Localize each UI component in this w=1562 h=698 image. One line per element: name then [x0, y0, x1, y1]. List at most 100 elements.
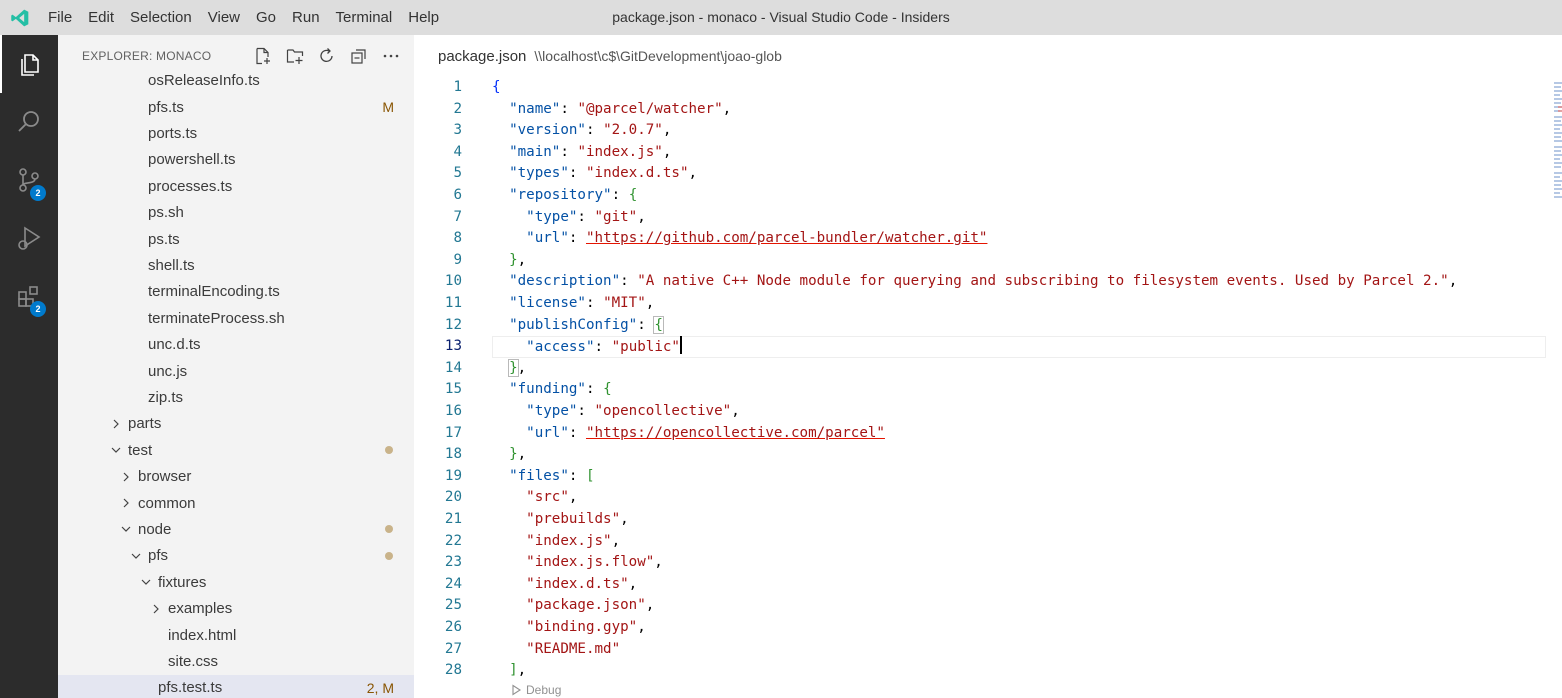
code-line[interactable]: 7 "type": "git",	[414, 207, 1562, 229]
tree-folder-item[interactable]: test	[58, 437, 414, 463]
code-line[interactable]: 13 "access": "public"	[414, 336, 1562, 358]
code-text: {	[492, 77, 501, 99]
code-line[interactable]: 11 "license": "MIT",	[414, 293, 1562, 315]
code-text: },	[492, 444, 526, 466]
tree-file-item[interactable]: site.css	[58, 648, 414, 674]
chevron-down-icon[interactable]	[118, 521, 134, 537]
code-line[interactable]: 23 "index.js.flow",	[414, 552, 1562, 574]
refresh-icon[interactable]	[316, 45, 338, 67]
code-token: "files"	[509, 467, 569, 484]
tree-file-item[interactable]: ps.sh	[58, 200, 414, 226]
new-file-icon[interactable]	[252, 45, 274, 67]
code-line[interactable]: 24 "index.d.ts",	[414, 574, 1562, 596]
code-line[interactable]: 21 "prebuilds",	[414, 509, 1562, 531]
activity-search[interactable]	[0, 93, 58, 151]
code-line[interactable]: 9 },	[414, 250, 1562, 272]
code-line[interactable]: 17 "url": "https://opencollective.com/pa…	[414, 423, 1562, 445]
code-line[interactable]: 18 },	[414, 444, 1562, 466]
tree-folder-item[interactable]: node	[58, 516, 414, 542]
code-line[interactable]: 15 "funding": {	[414, 379, 1562, 401]
tree-folder-item[interactable]: browser	[58, 464, 414, 490]
chevron-down-icon[interactable]	[138, 574, 154, 590]
tree-folder-item[interactable]: pfs	[58, 543, 414, 569]
code-line[interactable]: 12 "publishConfig": {	[414, 315, 1562, 337]
tree-folder-item[interactable]: fixtures	[58, 569, 414, 595]
code-token: :	[568, 230, 586, 247]
tree-file-item[interactable]: unc.js	[58, 358, 414, 384]
chevron-right-icon[interactable]	[108, 416, 124, 432]
tree-folder-item[interactable]: parts	[58, 411, 414, 437]
breadcrumb-file[interactable]: package.json	[438, 48, 526, 65]
code-line[interactable]: 26 "binding.gyp",	[414, 617, 1562, 639]
tree-file-item[interactable]: terminateProcess.sh	[58, 305, 414, 331]
code-line[interactable]: 8 "url": "https://github.com/parcel-bund…	[414, 228, 1562, 250]
more-actions-icon[interactable]	[380, 45, 402, 67]
tree-folder-item[interactable]: common	[58, 490, 414, 516]
code-line[interactable]: 6 "repository": {	[414, 185, 1562, 207]
code-line[interactable]: 19 "files": [	[414, 466, 1562, 488]
code-line[interactable]: 5 "types": "index.d.ts",	[414, 163, 1562, 185]
new-folder-icon[interactable]	[284, 45, 306, 67]
code-line[interactable]: 1{	[414, 77, 1562, 99]
menu-terminal[interactable]: Terminal	[328, 0, 401, 35]
tree-file-item[interactable]: pfs.ts M	[58, 94, 414, 120]
code-line[interactable]: 3 "version": "2.0.7",	[414, 120, 1562, 142]
code-line[interactable]: 16 "type": "opencollective",	[414, 401, 1562, 423]
code-line[interactable]: 28 ],	[414, 660, 1562, 682]
tree-file-item[interactable]: processes.ts	[58, 173, 414, 199]
menu-selection[interactable]: Selection	[122, 0, 200, 35]
code-text: "license": "MIT",	[492, 293, 654, 315]
minimap[interactable]	[1548, 77, 1562, 207]
vscode-insiders-logo-icon[interactable]	[0, 0, 40, 35]
tree-file-item[interactable]: unc.d.ts	[58, 332, 414, 358]
code-line[interactable]: 4 "main": "index.js",	[414, 142, 1562, 164]
code-line[interactable]: 20 "src",	[414, 487, 1562, 509]
code-token: "https://github.com/parcel-bundler/watch…	[585, 230, 988, 247]
code-line[interactable]: 22 "index.js",	[414, 531, 1562, 553]
menu-edit[interactable]: Edit	[80, 0, 122, 35]
code-token: ]	[509, 662, 518, 679]
tree-file-item[interactable]: powershell.ts	[58, 147, 414, 173]
menu-run[interactable]: Run	[284, 0, 328, 35]
tree-item-label: fixtures	[158, 573, 207, 591]
line-number: 20	[444, 489, 462, 506]
tree-file-item[interactable]: osReleaseInfo.ts	[58, 68, 414, 94]
menu-bar: File Edit Selection View Go Run Terminal…	[40, 0, 447, 35]
code-token: "MIT"	[603, 295, 646, 311]
menu-view[interactable]: View	[200, 0, 248, 35]
code-line[interactable]: 25 "package.json",	[414, 595, 1562, 617]
chevron-right-icon[interactable]	[118, 495, 134, 511]
code-line[interactable]: 14 },	[414, 358, 1562, 380]
tree-file-item[interactable]: index.html	[58, 622, 414, 648]
tree-folder-item[interactable]: examples	[58, 596, 414, 622]
debug-codelens[interactable]: Debug	[510, 683, 561, 697]
chevron-right-icon[interactable]	[118, 469, 134, 485]
activity-extensions[interactable]: 2	[0, 267, 58, 325]
code-line[interactable]: 2 "name": "@parcel/watcher",	[414, 99, 1562, 121]
tree-file-item[interactable]: ps.ts	[58, 226, 414, 252]
tree-file-item[interactable]: terminalEncoding.ts	[58, 279, 414, 305]
code-text: "publishConfig": {	[492, 315, 664, 337]
tree-file-item[interactable]: zip.ts	[58, 384, 414, 410]
tree-file-item[interactable]: shell.ts	[58, 252, 414, 278]
collapse-all-icon[interactable]	[348, 45, 370, 67]
tree-file-item[interactable]: pfs.test.ts 2, M	[58, 674, 414, 698]
activity-run-debug[interactable]	[0, 209, 58, 267]
menu-help[interactable]: Help	[400, 0, 447, 35]
chevron-down-icon[interactable]	[128, 548, 144, 564]
tree-file-item[interactable]: ports.ts	[58, 120, 414, 146]
menu-go[interactable]: Go	[248, 0, 284, 35]
chevron-down-icon[interactable]	[108, 442, 124, 458]
code-token: "A native C++ Node module for querying a…	[637, 273, 1449, 290]
menu-file[interactable]: File	[40, 0, 80, 35]
code-token: ,	[517, 251, 527, 268]
chevron-right-icon[interactable]	[148, 601, 164, 617]
code-line[interactable]: 10 "description": "A native C++ Node mod…	[414, 271, 1562, 293]
activity-source-control[interactable]: 2	[0, 151, 58, 209]
code-line[interactable]: 27 "README.md"	[414, 639, 1562, 661]
debug-codelens-label: Debug	[526, 682, 562, 697]
activity-explorer[interactable]	[0, 35, 58, 93]
